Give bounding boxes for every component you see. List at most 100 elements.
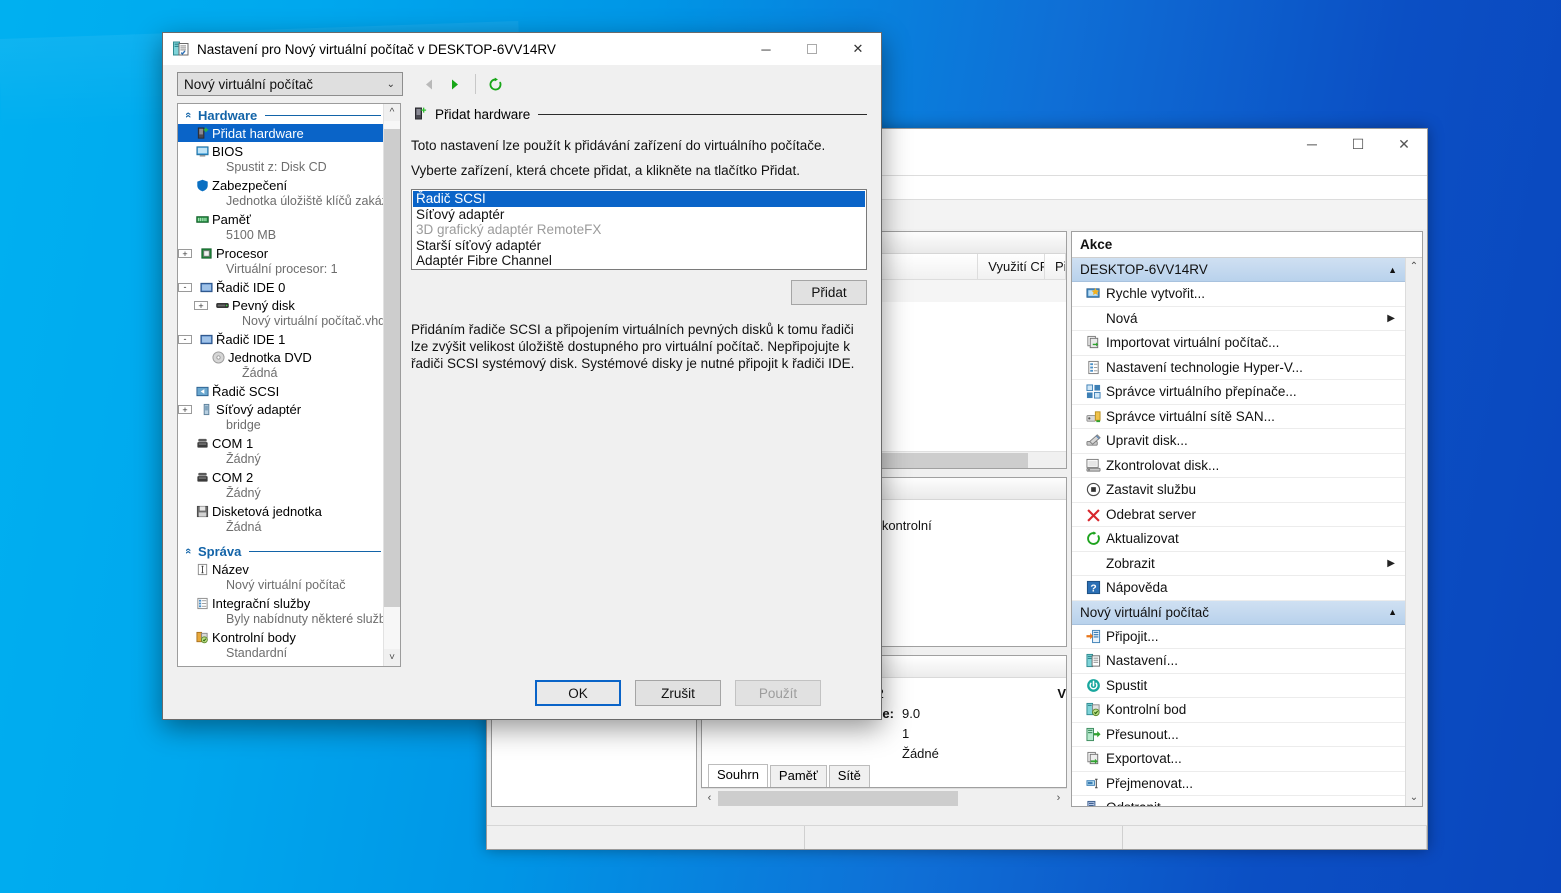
action-zobrazit[interactable]: Zobrazit ▶ [1072,552,1405,576]
action-odstranit[interactable]: Odstranit... [1072,796,1405,806]
tree-item-zabezpeceni[interactable]: Zabezpečení [178,176,383,194]
tree-item-nazev[interactable]: Název [178,560,383,578]
tree-item-pamet[interactable]: Paměť [178,210,383,228]
chevron-down-icon[interactable]: ⌄ [387,79,398,90]
bgwindow-minimize-button[interactable]: ─ [1289,129,1335,159]
actions-group-header-server[interactable]: DESKTOP-6VV14RV ▲ [1072,258,1405,282]
settings-tree[interactable]: « Hardware Přidat hardware BIOS Spustit … [178,104,383,666]
nav-back-button[interactable] [417,78,442,91]
action-aktualizovat[interactable]: Aktualizovat [1072,527,1405,552]
scroll-down-button[interactable]: ⌄ [1406,789,1422,806]
tree-item-radic-ide-1[interactable]: - Řadič IDE 1 [178,330,383,348]
action-napoveda-server[interactable]: ? Nápověda [1072,576,1405,601]
tree-item-sitovy-adapter[interactable]: + Síťový adaptér [178,400,383,418]
details-hscrollbar[interactable]: ‹ › [701,788,1067,807]
action-kontrolni-bod[interactable]: Kontrolní bod [1072,698,1405,723]
scroll-down-button[interactable]: ˅ [384,649,400,666]
tree-item-pevny-disk[interactable]: + Pevný disk [178,296,383,314]
scroll-left-button[interactable]: ‹ [701,792,718,804]
tree-item-label: COM 1 [212,435,254,451]
action-odebrat-server[interactable]: Odebrat server [1072,503,1405,527]
tree-item-pridat-hardware[interactable]: Přidat hardware [178,124,383,142]
collapse-chevron-icon[interactable]: « [182,541,194,561]
action-nastaveni-vm[interactable]: Nastavení... [1072,649,1405,674]
collapse-chevron-icon[interactable]: ▲ [1388,607,1397,617]
dialog-minimize-button[interactable]: ─ [743,33,789,65]
bgwindow-statusbar [487,825,1427,849]
scroll-up-button[interactable]: ⌃ [1406,258,1422,275]
tree-item-radic-scsi[interactable]: Řadič SCSI [178,382,383,400]
device-listbox[interactable]: Řadič SCSI Síťový adaptér 3D grafický ad… [411,189,867,270]
tab-site[interactable]: Sítě [828,765,870,787]
actions-group-header-vm[interactable]: Nový virtuální počítač ▲ [1072,600,1405,625]
tree-item-umisteni-souboru[interactable]: Umístění souboru inteligentního ... [178,662,383,667]
dialog-maximize-button[interactable] [789,33,835,65]
hyperv-settings-icon [1080,360,1106,375]
expander[interactable]: + [194,300,208,310]
device-option-starsi-sitovy-adapter[interactable]: Starší síťový adaptér [413,238,865,254]
add-button[interactable]: Přidat [791,280,867,305]
action-upravit-disk[interactable]: Upravit disk... [1072,429,1405,454]
expander[interactable]: + [178,404,192,414]
action-exportovat[interactable]: Exportovat... [1072,747,1405,772]
tree-item-sub: Žádný [226,486,261,500]
nav-forward-button[interactable] [442,78,467,91]
action-spravce-san[interactable]: Správce virtuální sítě SAN... [1072,405,1405,429]
action-importovat-vm[interactable]: Importovat virtuální počítač... [1072,331,1405,356]
tree-vscrollbar[interactable]: ^ ˅ [383,104,400,666]
action-rychle-vytvorit[interactable]: Rychle vytvořit... [1072,282,1405,307]
scroll-thumb[interactable] [718,790,958,806]
scroll-up-button[interactable]: ^ [384,104,400,121]
action-zkontrolovat-disk[interactable]: Zkontrolovat disk... [1072,454,1405,478]
vm-col-assigned[interactable]: Přiřaze [1045,253,1066,280]
scroll-track[interactable] [1406,275,1422,789]
action-label: Kontrolní bod [1106,702,1187,718]
tree-item-label: Síťový adaptér [216,401,302,417]
collapse-chevron-icon[interactable]: ▲ [1388,265,1397,275]
bgwindow-close-button[interactable]: ✕ [1381,129,1427,159]
scroll-right-button[interactable]: › [1050,792,1067,804]
action-spustit[interactable]: Spustit [1072,674,1405,698]
bgwindow-maximize-button[interactable]: ☐ [1335,129,1381,159]
tree-item-procesor[interactable]: + Procesor [178,244,383,262]
tree-item-com-1[interactable]: COM 1 [178,434,383,452]
action-spravce-prepinace[interactable]: Správce virtuálního přepínače... [1072,380,1405,405]
tree-item-integracni-sluzby[interactable]: Integrační služby [178,594,383,612]
tree-item-com-2[interactable]: COM 2 [178,468,383,486]
tree-item-disketova-jednotka[interactable]: Disketová jednotka [178,502,383,520]
vm-selector-combobox[interactable]: Nový virtuální počítač ⌄ [177,72,403,96]
detail-row: 1 [702,724,1066,744]
vm-col-cpu[interactable]: Využití CPU [978,253,1045,280]
action-nastaveni-hyperv[interactable]: Nastavení technologie Hyper-V... [1072,356,1405,380]
tree-item-bios[interactable]: BIOS [178,142,383,160]
detail-value: Žádné [902,746,939,761]
expander[interactable]: - [178,334,192,344]
tree-section-hardware[interactable]: « Hardware [178,106,383,124]
tree-section-sprava[interactable]: « Správa [178,542,383,560]
tree-item-radic-ide-0[interactable]: - Řadič IDE 0 [178,278,383,296]
tree-item-jednotka-dvd[interactable]: Jednotka DVD [178,348,383,366]
cancel-button[interactable]: Zrušit [635,680,721,706]
ok-button[interactable]: OK [535,680,621,706]
expander[interactable]: - [178,282,192,292]
device-option-sitovy-adapter[interactable]: Síťový adaptér [413,207,865,223]
device-option-fibre-channel[interactable]: Adaptér Fibre Channel [413,253,865,269]
tree-item-label: Přidat hardware [212,125,304,141]
action-presunout[interactable]: Přesunout... [1072,723,1405,747]
collapse-chevron-icon[interactable]: « [182,105,194,125]
tab-pamet[interactable]: Paměť [769,765,827,787]
tree-item-kontrolni-body[interactable]: Kontrolní body [178,628,383,646]
action-nova[interactable]: Nová ▶ [1072,307,1405,331]
tree-item-sub: 5100 MB [226,228,277,242]
scroll-track[interactable] [384,121,400,649]
dialog-close-button[interactable]: ✕ [835,33,881,65]
actions-vscrollbar[interactable]: ⌃ ⌄ [1405,258,1422,806]
expander[interactable]: + [178,248,192,258]
nav-refresh-button[interactable] [484,77,507,92]
device-option-radic-scsi[interactable]: Řadič SCSI [413,191,865,207]
scroll-thumb[interactable] [384,129,400,607]
action-pripojit[interactable]: Připojit... [1072,625,1405,649]
action-prejmenovat[interactable]: Přejmenovat... [1072,772,1405,796]
tab-souhrn[interactable]: Souhrn [708,764,768,787]
action-zastavit-sluzbu[interactable]: Zastavit službu [1072,478,1405,503]
